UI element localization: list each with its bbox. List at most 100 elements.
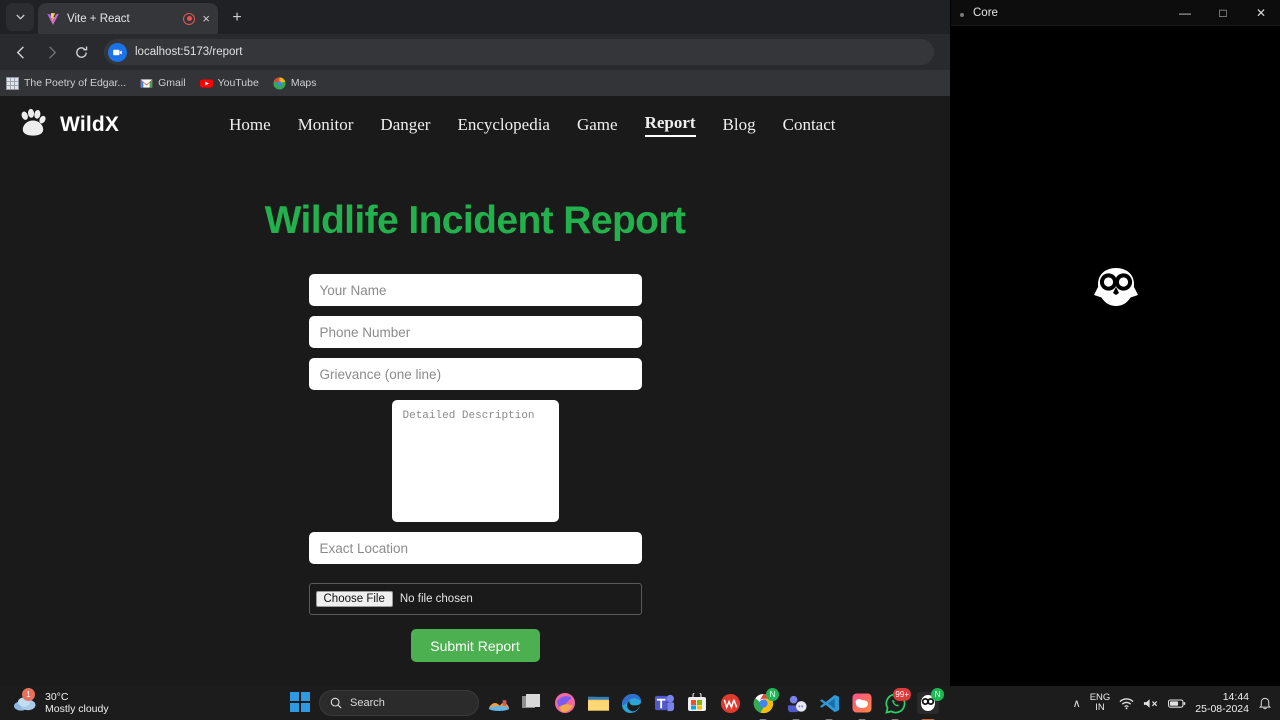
nav-link-contact[interactable]: Contact (783, 115, 836, 135)
clock-date: 25-08-2024 (1195, 703, 1249, 715)
taskbar-center: Search N 99+ N (290, 688, 1073, 716)
clock-time: 14:44 (1222, 690, 1249, 703)
edge-icon[interactable] (618, 690, 644, 716)
weather-tile-icon[interactable] (486, 690, 512, 716)
tab-search-chevron-icon[interactable] (6, 3, 34, 31)
bookmark-item[interactable]: Maps (273, 76, 317, 90)
weather-badge: 1 (22, 688, 35, 701)
teams-chat-icon[interactable] (783, 690, 809, 716)
language-indicator[interactable]: ENG IN (1090, 692, 1111, 714)
screen: Vite + React × + localhost:5173/report T… (0, 0, 1280, 720)
tab-title: Vite + React (67, 12, 130, 25)
maximize-icon[interactable]: □ (1204, 0, 1242, 26)
whatsapp-badge: 99+ (893, 688, 911, 701)
nav-link-game[interactable]: Game (577, 115, 618, 135)
weather-text: 30°C Mostly cloudy (45, 691, 109, 715)
new-tab-button[interactable]: + (224, 5, 250, 31)
submit-report-button[interactable]: Submit Report (410, 629, 540, 662)
creative-cloud-icon[interactable] (849, 690, 875, 716)
description-textarea[interactable] (391, 400, 559, 522)
bookmarks-bar: The Poetry of Edgar... Gmail YouTube Map… (0, 70, 950, 96)
clock[interactable]: 14:44 25-08-2024 (1195, 691, 1249, 715)
weather-condition: Mostly cloudy (45, 703, 109, 715)
site-navbar: WildX Home Monitor Danger Encyclopedia G… (0, 96, 950, 154)
battery-icon[interactable] (1168, 698, 1186, 709)
phone-input[interactable] (308, 316, 642, 348)
bookmark-label: YouTube (217, 77, 259, 89)
tray-overflow-icon[interactable]: ∧ (1073, 697, 1081, 710)
microsoft-store-icon[interactable] (684, 690, 710, 716)
chrome-icon[interactable]: N (750, 688, 779, 716)
task-view-icon[interactable] (519, 690, 545, 716)
core-window-title: Core (973, 6, 998, 19)
search-input[interactable]: Search (319, 690, 479, 716)
minimize-icon[interactable]: — (1166, 0, 1204, 26)
bookmark-item[interactable]: Gmail (140, 77, 186, 90)
close-icon[interactable]: ✕ (1242, 0, 1280, 26)
teams-icon[interactable] (651, 690, 677, 716)
maps-icon (273, 76, 286, 90)
tab-strip: Vite + React × + (0, 0, 950, 34)
incident-report-form: Choose File No file chosen Submit Report (308, 274, 642, 662)
search-icon (330, 697, 342, 709)
browser-toolbar: localhost:5173/report (0, 34, 950, 70)
nav-links: Home Monitor Danger Encyclopedia Game Re… (229, 113, 836, 137)
paw-icon (16, 106, 49, 144)
nav-link-monitor[interactable]: Monitor (298, 115, 354, 135)
forward-icon[interactable] (38, 39, 64, 65)
url-text: localhost:5173/report (135, 46, 243, 58)
nav-link-danger[interactable]: Danger (380, 115, 430, 135)
page-content: WildX Home Monitor Danger Encyclopedia G… (0, 96, 950, 686)
nav-link-report[interactable]: Report (644, 113, 696, 137)
file-upload-field[interactable]: Choose File No file chosen (308, 583, 642, 615)
bookmark-label: The Poetry of Edgar... (24, 77, 127, 89)
browser-window: Vite + React × + localhost:5173/report T… (0, 0, 950, 686)
bookmark-item[interactable]: The Poetry of Edgar... (6, 76, 127, 90)
grid-icon (6, 76, 19, 90)
core-app-dot-icon (960, 13, 964, 17)
brand-name: WildX (60, 113, 120, 136)
wifi-icon[interactable] (1119, 697, 1134, 710)
search-placeholder: Search (350, 697, 385, 709)
nav-link-encyclopedia[interactable]: Encyclopedia (457, 115, 550, 135)
reload-icon[interactable] (68, 39, 94, 65)
notification-bell-icon[interactable] (1258, 696, 1272, 710)
brand[interactable]: WildX (16, 106, 119, 144)
page-title: Wildlife Incident Report (264, 199, 686, 242)
file-explorer-icon[interactable] (585, 690, 611, 716)
nav-link-home[interactable]: Home (229, 115, 271, 135)
windows-icon[interactable] (290, 692, 312, 714)
back-icon[interactable] (8, 39, 34, 65)
location-input[interactable] (308, 532, 642, 564)
name-input[interactable] (308, 274, 642, 306)
chrome-badge: N (766, 688, 779, 701)
core-content-area (951, 26, 1280, 572)
choose-file-button[interactable]: Choose File (315, 591, 393, 607)
wps-office-icon[interactable] (717, 690, 743, 716)
youtube-icon (199, 77, 213, 90)
browser-tab[interactable]: Vite + React × (38, 3, 218, 34)
whatsapp-icon[interactable]: 99+ (882, 688, 911, 716)
weather-widget[interactable]: 1 30°C Mostly cloudy (0, 688, 290, 715)
nav-link-blog[interactable]: Blog (723, 115, 756, 135)
owl-icon (1092, 265, 1140, 314)
language-line2: IN (1095, 702, 1105, 713)
record-icon[interactable] (183, 12, 196, 25)
system-tray: ∧ ENG IN 14:44 25-08-2024 (1073, 691, 1280, 715)
bookmark-label: Maps (290, 77, 317, 89)
copilot-icon[interactable] (552, 690, 578, 716)
volume-muted-icon[interactable] (1143, 697, 1159, 710)
file-status-label: No file chosen (399, 593, 473, 605)
vscode-icon[interactable] (816, 690, 842, 716)
core-title-bar[interactable]: Core — □ ✕ (951, 0, 1280, 26)
bookmark-item[interactable]: YouTube (199, 77, 259, 90)
close-icon[interactable]: × (202, 12, 210, 25)
weather-temperature: 30°C (45, 690, 69, 703)
bookmark-label: Gmail (158, 77, 186, 89)
address-bar[interactable]: localhost:5173/report (104, 39, 934, 65)
core-window: Core — □ ✕ (951, 0, 1280, 572)
owl-app-badge: N (931, 688, 944, 701)
owl-app-icon[interactable]: N (915, 688, 944, 716)
vite-icon (46, 12, 60, 26)
grievance-input[interactable] (308, 358, 642, 390)
